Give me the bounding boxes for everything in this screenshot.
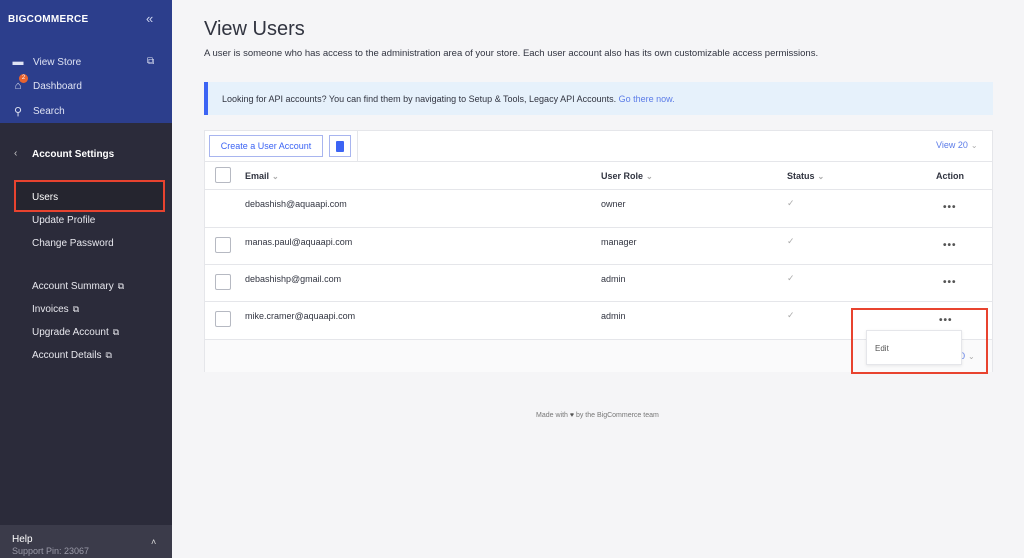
check-icon: ✓ — [787, 310, 795, 320]
main-content: View Users A user is someone who has acc… — [172, 0, 1024, 558]
view-count-select[interactable]: View 20 ⌄ — [936, 140, 978, 150]
check-icon: ✓ — [787, 273, 795, 283]
back-chevron-icon[interactable]: ‹ — [14, 148, 17, 159]
row-checkbox[interactable] — [215, 274, 231, 290]
view-store-label: View Store — [33, 56, 82, 68]
external-link-icon: ⧉ — [117, 281, 125, 291]
role-cell: owner — [601, 199, 626, 209]
label: Account Summary — [32, 281, 114, 292]
page-title: View Users — [204, 18, 305, 40]
email-cell: mike.cramer@aquaapi.com — [245, 311, 356, 321]
status-column-header[interactable]: Status ⌄ — [787, 171, 824, 181]
role-cell: manager — [601, 237, 637, 247]
table-header: Email ⌄ User Role ⌄ Status ⌄ Action — [205, 161, 992, 189]
email-cell: manas.paul@aquaapi.com — [245, 237, 353, 247]
label: User Role — [601, 171, 644, 181]
footer-credit: Made with ♥ by the BigCommerce team — [536, 412, 659, 419]
email-cell: debashish@aquaapi.com — [245, 199, 347, 209]
sidebar: BIGCOMMERCE « ▬ View Store ⧉ ⌂ 2 Dashboard … — [0, 0, 172, 558]
chevron-up-icon: ˄ — [151, 537, 157, 547]
help-label: Help — [12, 534, 33, 545]
chevron-down-icon: ⌄ — [817, 172, 825, 181]
role-column-header[interactable]: User Role ⌄ — [601, 171, 653, 181]
external-link-icon: ⧉ — [105, 350, 112, 360]
edit-menu-item[interactable]: Edit — [875, 344, 889, 353]
sidebar-item-invoices[interactable]: Invoices ⧉ — [32, 304, 79, 315]
view-count-label: View 20 — [936, 140, 968, 150]
more-actions-icon: ••• — [939, 315, 953, 326]
check-icon: ✓ — [787, 236, 795, 246]
create-user-button[interactable]: Create a User Account — [209, 135, 323, 157]
trash-icon — [336, 140, 344, 152]
support-pin: Support Pin: 23067 — [12, 546, 90, 556]
sidebar-item-upgrade-account[interactable]: Upgrade Account ⧉ — [32, 327, 119, 338]
page-description: A user is someone who has access to the … — [204, 48, 819, 59]
heart-icon: ♥ — [569, 412, 575, 419]
label: Email — [245, 171, 270, 181]
role-cell: admin — [601, 274, 626, 284]
banner-text: Looking for API accounts? You can find t… — [222, 94, 617, 104]
chevron-down-icon: ⌄ — [646, 172, 653, 181]
external-link-icon: ⧉ — [72, 304, 80, 314]
check-icon: ✓ — [787, 198, 795, 208]
sidebar-item-account-summary[interactable]: Account Summary ⧉ — [32, 281, 124, 292]
action-column-header: Action — [936, 171, 964, 181]
notification-badge: 2 — [19, 74, 28, 83]
divider — [357, 131, 358, 161]
section-title: Account Settings — [32, 149, 115, 160]
search-label: Search — [33, 105, 65, 117]
label: Status — [787, 171, 815, 181]
more-actions-icon[interactable]: ••• — [943, 240, 957, 251]
external-link-icon: ⧉ — [112, 327, 120, 337]
collapse-icon[interactable]: « — [146, 11, 153, 26]
search-icon: ⚲ — [13, 105, 23, 118]
label: Upgrade Account — [32, 327, 109, 338]
delete-button[interactable] — [329, 135, 351, 157]
home-icon: ⌂ 2 — [12, 74, 28, 92]
store-icon: ▬ — [12, 56, 24, 68]
more-actions-button-open[interactable]: ••• — [934, 310, 962, 330]
action-dropdown: Edit — [866, 330, 962, 365]
label: Invoices — [32, 304, 69, 315]
search-link[interactable]: ⚲ Search — [12, 105, 65, 118]
role-cell: admin — [601, 311, 626, 321]
table-row: manas.paul@aquaapi.com manager ✓ ••• — [205, 227, 992, 264]
row-checkbox[interactable] — [215, 237, 231, 253]
sidebar-item-account-details[interactable]: Account Details ⧉ — [32, 350, 112, 361]
info-banner: Looking for API accounts? You can find t… — [204, 82, 993, 115]
help-section[interactable]: Help Support Pin: 23067 ˄ — [0, 525, 172, 558]
email-column-header[interactable]: Email ⌄ — [245, 171, 279, 181]
label: by the BigCommerce team — [575, 412, 659, 419]
email-cell: debashishp@gmail.com — [245, 274, 342, 284]
chevron-down-icon: ⌄ — [970, 141, 978, 150]
label: Made with — [536, 412, 568, 419]
go-there-link[interactable]: Go there now. — [619, 94, 675, 104]
sidebar-item-update-profile[interactable]: Update Profile — [32, 215, 95, 226]
sidebar-item-users[interactable]: Users — [32, 192, 58, 203]
bigcommerce-logo: BIGCOMMERCE — [8, 14, 89, 25]
more-actions-icon[interactable]: ••• — [943, 277, 957, 288]
more-actions-icon[interactable]: ••• — [943, 202, 957, 213]
row-checkbox[interactable] — [215, 311, 231, 327]
label: Account Details — [32, 350, 102, 361]
dashboard-label: Dashboard — [33, 80, 82, 92]
table-row: debashishp@gmail.com admin ✓ ••• — [205, 264, 992, 301]
dashboard-link[interactable]: ⌂ 2 Dashboard — [12, 74, 82, 92]
table-row: debashish@aquaapi.com owner ✓ ••• — [205, 189, 992, 227]
sidebar-item-change-password[interactable]: Change Password — [32, 238, 114, 249]
select-all-checkbox[interactable] — [215, 167, 231, 183]
view-store-link[interactable]: ▬ View Store — [12, 56, 82, 68]
external-link-icon: ⧉ — [147, 56, 155, 67]
sidebar-header: BIGCOMMERCE « ▬ View Store ⧉ ⌂ 2 Dashboard … — [0, 0, 172, 123]
chevron-down-icon: ⌄ — [272, 172, 279, 181]
